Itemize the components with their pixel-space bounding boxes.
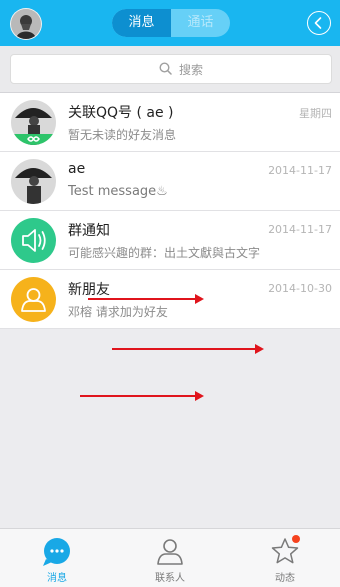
annotation-arrow [80, 391, 204, 401]
tab-calls[interactable]: 通话 [171, 9, 230, 37]
search-input[interactable]: 搜索 [10, 54, 332, 84]
conversation-time: 星期四 [299, 107, 332, 120]
chat-bubble-icon [43, 538, 70, 566]
title-bar: 消息 通话 [0, 0, 340, 46]
tab-moments[interactable]: 动态 [255, 529, 315, 587]
my-avatar[interactable] [10, 8, 42, 40]
conversation-name: 新朋友 [68, 282, 110, 298]
back-button[interactable] [307, 11, 331, 35]
conversation-name: ae [68, 161, 86, 177]
tab-label: 联系人 [155, 573, 185, 584]
annotation-arrow [112, 344, 264, 354]
conversation-item-group-notice[interactable]: 群通知 可能感兴趣的群：出土文獻與古文字 2014-11-17 [0, 211, 340, 270]
search-placeholder: 搜索 [179, 63, 204, 77]
conversation-time: 2014-11-17 [268, 223, 332, 236]
search-icon [159, 62, 172, 75]
conversation-item-ae[interactable]: ae Test message♨ 2014-11-17 [0, 152, 340, 211]
conversation-time: 2014-11-17 [268, 164, 332, 177]
star-icon [271, 538, 299, 564]
avatar [11, 100, 56, 145]
notification-badge [292, 535, 300, 543]
conversation-name: 关联QQ号 ( ae ) [68, 105, 174, 121]
conversation-list: 关联QQ号 ( ae ) 暂无未读的好友消息 星期四 ae Test messa… [0, 93, 340, 329]
annotation-arrow [88, 294, 204, 304]
chevron-left-icon [314, 17, 322, 29]
search-bar: 搜索 [0, 46, 340, 93]
speaker-icon [11, 218, 56, 263]
tab-label: 消息 [47, 573, 67, 584]
header-tab-switch: 消息 通话 [112, 9, 230, 37]
conversation-time: 2014-10-30 [268, 282, 332, 295]
conversation-preview: 邓榕 请求加为好友 [68, 305, 168, 319]
tab-label: 动态 [275, 573, 295, 584]
tab-messages[interactable]: 消息 [112, 9, 171, 37]
conversation-preview: 暂无未读的好友消息 [68, 128, 177, 142]
avatar [11, 159, 56, 204]
conversation-item-linked-qq[interactable]: 关联QQ号 ( ae ) 暂无未读的好友消息 星期四 [0, 93, 340, 152]
conversation-name: 群通知 [68, 223, 110, 239]
contacts-icon [157, 539, 183, 565]
tab-contacts[interactable]: 联系人 [140, 529, 200, 587]
bottom-tab-bar: 消息 联系人 动态 [0, 528, 340, 587]
conversation-preview: Test message♨ [68, 184, 168, 199]
tab-messages-bottom[interactable]: 消息 [27, 529, 87, 587]
person-icon [11, 277, 56, 322]
conversation-preview: 可能感兴趣的群：出土文獻與古文字 [68, 246, 261, 260]
